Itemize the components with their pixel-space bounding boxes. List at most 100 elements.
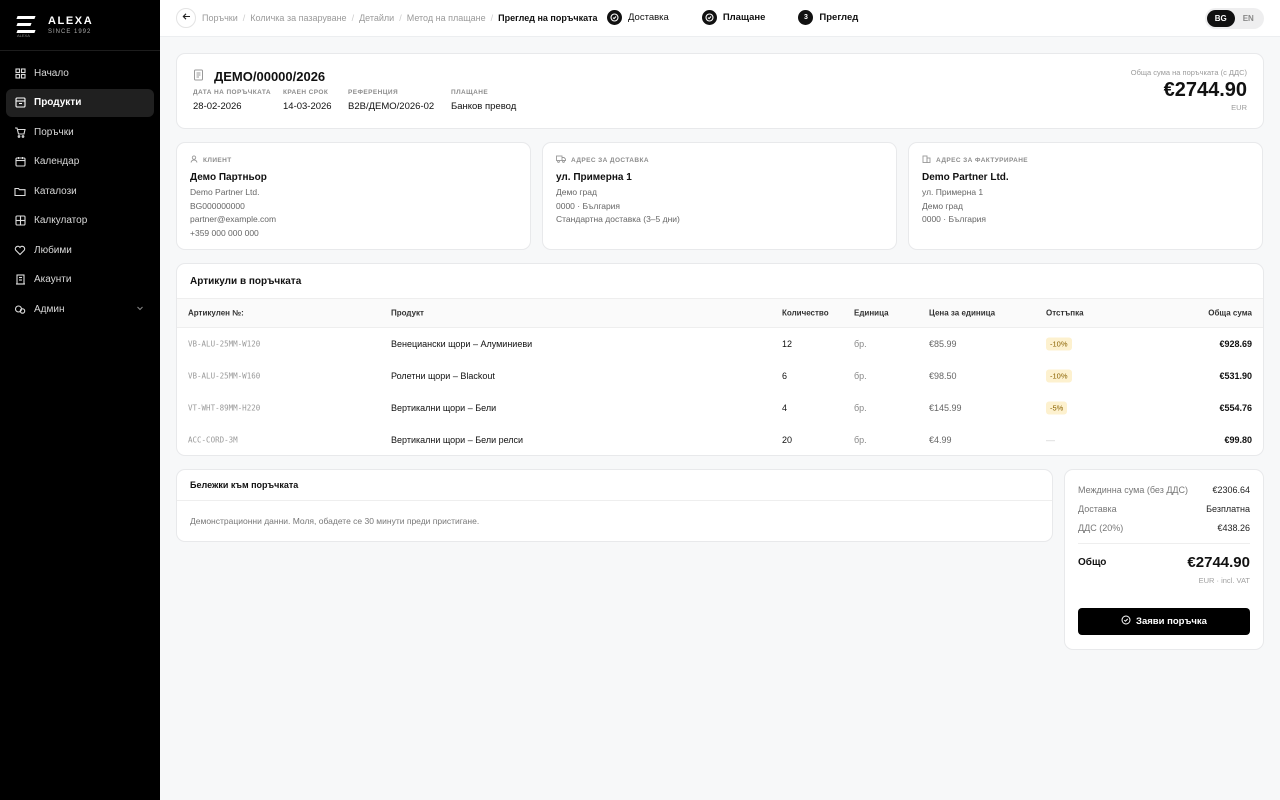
no-discount: — <box>1046 435 1055 445</box>
col-product: Продукт <box>391 308 424 318</box>
order-total: Обща сума на поръчката (с ДДС) €2744.90 … <box>1130 68 1247 112</box>
delivery-value: Безплатна <box>1206 504 1250 514</box>
shipping-address-card: АДРЕС ЗА ДОСТАВКА ул. Примерна 1 Демо гр… <box>542 142 897 250</box>
subtotal-row: Междинна сума (без ДДС) €2306.64 <box>1078 485 1250 495</box>
subtotal-value: €2306.64 <box>1212 485 1250 495</box>
shipping-street: ул. Примерна 1 <box>556 172 632 183</box>
col-qty: Количество <box>782 308 829 318</box>
client-card: КЛИЕНТ Демо Партньор Demo Partner Ltd. B… <box>176 142 531 250</box>
row-total: €554.76 <box>1219 403 1252 413</box>
row-qty: 20 <box>782 435 793 445</box>
sidebar-item-favorites[interactable]: Любими <box>6 236 154 264</box>
row-unit: бр. <box>854 403 867 413</box>
sidebar-item-label: Любими <box>34 244 72 256</box>
brand-since: SINCE 1992 <box>48 29 92 35</box>
back-button[interactable] <box>176 8 196 28</box>
sidebar-item-label: Акаунти <box>34 274 72 285</box>
row-price: €85.99 <box>929 339 957 349</box>
delivery-row: Доставка Безплатна <box>1078 504 1250 514</box>
row-qty: 4 <box>782 403 788 413</box>
order-date: ДАТА НА ПОРЪЧКАТА 28-02-2026 <box>193 89 271 112</box>
sidebar-item-accounts[interactable]: Акаунти <box>6 266 154 294</box>
row-price: €98.50 <box>929 371 957 381</box>
discount-badge: -10% <box>1046 369 1072 383</box>
row-total: €928.69 <box>1219 339 1252 349</box>
order-total-value: €2744.90 <box>1163 79 1247 101</box>
check-circle-icon <box>607 10 622 25</box>
sidebar-nav: Начало Продукти Поръчки Календар Каталоз… <box>0 59 160 323</box>
sidebar-item-admin[interactable]: Админ <box>6 295 154 323</box>
breadcrumb: Поръчки / Количка за пазаруване / Детайли /… <box>202 13 598 23</box>
vat-value: €438.26 <box>1217 523 1250 533</box>
sidebar-item-label: Календар <box>34 156 80 167</box>
brand-name: ALEXA <box>48 15 94 27</box>
calendar-icon <box>14 156 26 168</box>
shipping-details: Демо град 0000 · България Стандартна дос… <box>556 187 680 224</box>
arrow-left-icon <box>182 12 191 24</box>
breadcrumb-cart[interactable]: Количка за пазаруване <box>250 13 346 23</box>
check-circle-icon <box>701 10 717 25</box>
step-payment[interactable]: Плащане <box>701 10 765 25</box>
discount-badge: -10% <box>1046 337 1072 351</box>
brand-tiny-label: ALEXA <box>17 33 30 38</box>
row-unit: бр. <box>854 339 867 349</box>
sidebar-item-calendar[interactable]: Календар <box>6 148 154 176</box>
brand-logo[interactable]: ALEXA SINCE 1992 ALEXA <box>0 0 160 51</box>
sidebar-item-catalogs[interactable]: Каталози <box>6 177 154 205</box>
lang-en-button[interactable]: EN <box>1235 10 1263 27</box>
step-label: Преглед <box>819 12 859 23</box>
col-price: Цена за единица <box>929 308 996 318</box>
billing-address-card: АДРЕС ЗА ФАКТУРИРАНЕ Demo Partner Ltd. у… <box>908 142 1263 250</box>
col-discount: Отстъпка <box>1046 308 1084 318</box>
discount-badge: -5% <box>1046 401 1068 415</box>
sidebar: ALEXA SINCE 1992 ALEXA Начало Продукти П… <box>0 0 160 800</box>
col-unit: Единица <box>854 308 889 318</box>
sidebar-item-label: Поръчки <box>34 126 74 138</box>
row-product: Вертикални щори – Бели релси <box>391 435 524 445</box>
check-circle-icon <box>1121 615 1131 628</box>
sidebar-item-label: Калкулатор <box>34 215 88 226</box>
table-row: VB-ALU-25MM-W160 Ролетни щори – Blackout… <box>177 360 1263 392</box>
row-sku: VB-ALU-25MM-W120 <box>188 339 261 349</box>
folder-icon <box>14 185 26 197</box>
calculator-icon <box>14 215 26 227</box>
submit-order-button[interactable]: Заяви поръчка <box>1078 608 1250 635</box>
row-unit: бр. <box>854 435 867 445</box>
sidebar-item-label: Каталози <box>34 185 77 197</box>
table-row: ACC-CORD-3M Вертикални щори – Бели релси… <box>177 424 1263 456</box>
notes-title: Бележки към поръчката <box>190 480 299 490</box>
language-switch: BG EN <box>1205 8 1264 29</box>
breadcrumb-details[interactable]: Детайли <box>359 13 394 23</box>
order-notes-card: Бележки към поръчката Демонстрационни да… <box>176 469 1053 542</box>
breadcrumb-payment-method[interactable]: Метод на плащане <box>407 13 486 23</box>
box-icon <box>14 97 26 109</box>
row-product: Венециански щори – Алуминиеви <box>391 339 533 349</box>
grand-total-value: €2744.90 <box>1187 554 1250 571</box>
breadcrumb-order-review: Преглед на поръчката <box>498 13 598 23</box>
breadcrumb-orders[interactable]: Поръчки <box>202 13 238 23</box>
table-row: VB-ALU-25MM-W120 Венециански щори – Алум… <box>177 328 1263 360</box>
table-row: VT-WHT-89MM-H220 Вертикални щори – Бели … <box>177 392 1263 424</box>
grid-icon <box>14 67 26 79</box>
row-qty: 12 <box>782 339 793 349</box>
sidebar-item-calculator[interactable]: Калкулатор <box>6 207 154 235</box>
order-deadline: КРАЕН СРОК 14-03-2026 <box>283 89 332 112</box>
step-review[interactable]: 3 Преглед <box>798 10 858 25</box>
items-title: Артикули в поръчката <box>190 276 302 287</box>
row-sku: VT-WHT-89MM-H220 <box>188 403 261 413</box>
row-product: Вертикални щори – Бели <box>391 403 497 413</box>
billing-details: ул. Примерна 1 Демо град 0000 · България <box>922 187 987 224</box>
building-icon <box>14 274 26 286</box>
sidebar-item-orders[interactable]: Поръчки <box>6 118 154 146</box>
topbar: Поръчки / Количка за пазаруване / Детайли /… <box>160 0 1280 37</box>
billing-name: Demo Partner Ltd. <box>922 172 1009 183</box>
chevron-down-icon[interactable] <box>136 304 144 315</box>
truck-icon <box>556 155 566 166</box>
order-payment: ПЛАЩАНЕ Банков превод <box>451 89 517 112</box>
step-delivery[interactable]: Доставка <box>607 10 669 25</box>
vat-row: ДДС (20%) €438.26 <box>1078 523 1250 533</box>
checkout-steps: Доставка Плащане 3 Преглед <box>607 10 891 25</box>
lang-bg-button[interactable]: BG <box>1207 10 1235 27</box>
sidebar-item-home[interactable]: Начало <box>6 59 154 87</box>
sidebar-item-products[interactable]: Продукти <box>6 88 154 117</box>
